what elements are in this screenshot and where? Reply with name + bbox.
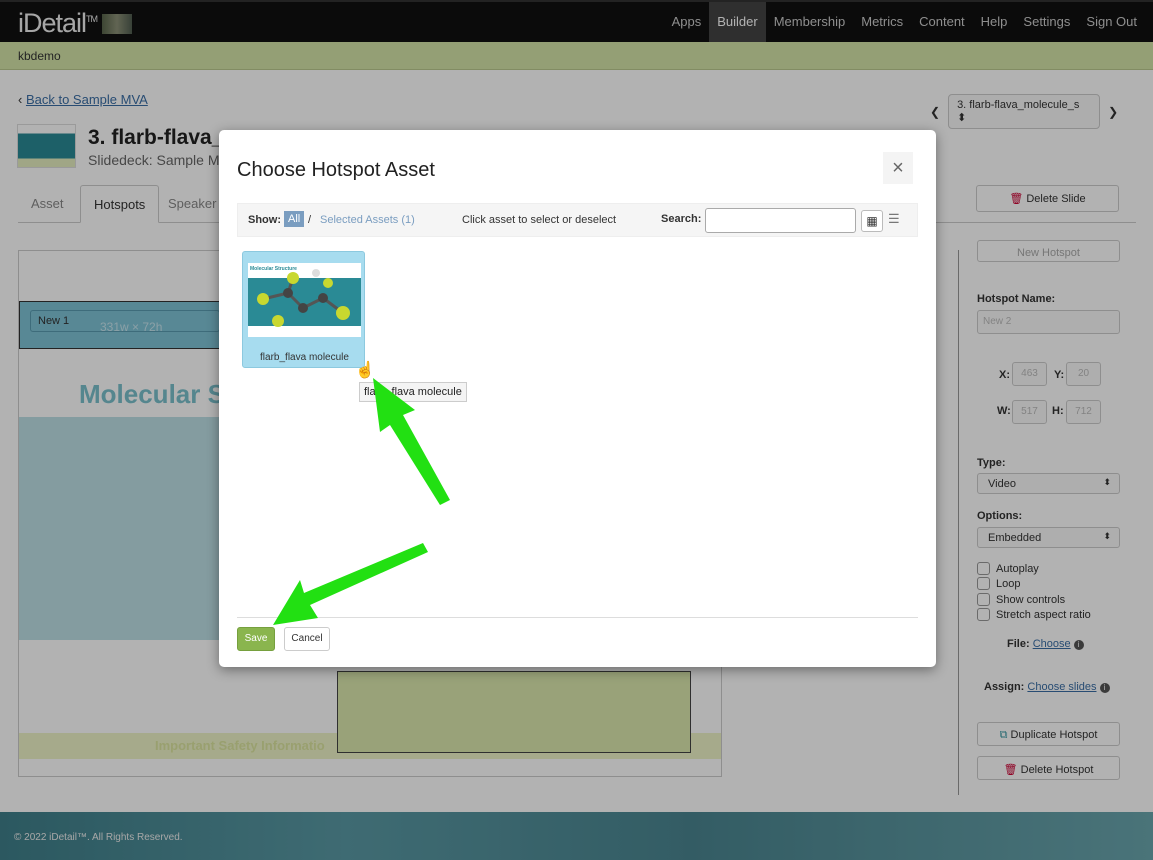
arrow-to-asset-icon xyxy=(373,378,450,505)
annotation-arrows xyxy=(273,378,450,625)
arrow-to-save-icon xyxy=(273,543,428,625)
